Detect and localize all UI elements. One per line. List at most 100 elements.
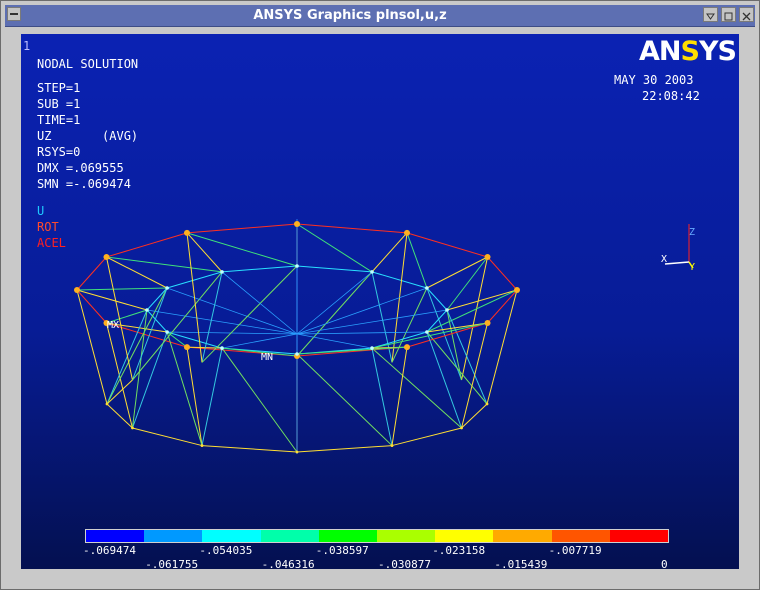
legend-tick-bottom-3: -.015439 [494, 558, 548, 569]
contour-band-7 [493, 530, 552, 542]
inner-node [145, 308, 149, 312]
contour-band-1 [144, 530, 203, 542]
diagonal-edge [76, 287, 168, 291]
strut-edge [186, 232, 203, 363]
bottom-ring-edge [132, 427, 203, 447]
bottom-ring-edge [391, 427, 462, 447]
inner-ring-edge [221, 265, 298, 273]
inner-ring-edge [166, 271, 223, 289]
bottom-node [200, 444, 204, 447]
lower-edge [426, 287, 463, 381]
contour-band-8 [551, 530, 610, 542]
inner-ring-edge [426, 287, 448, 311]
diagonal-edge [406, 232, 428, 289]
hub-edge [221, 333, 298, 349]
support-node [484, 320, 491, 326]
brace-edge [426, 331, 488, 405]
brace-edge [221, 347, 298, 453]
bottom-ring-edge [461, 403, 488, 429]
contour-legend-bar [85, 529, 669, 543]
bottom-node [390, 444, 394, 447]
lower-edge [131, 331, 168, 429]
contour-band-0 [86, 530, 145, 542]
bottom-node [485, 402, 489, 406]
hub-edge [166, 287, 298, 335]
brace-edge [106, 287, 168, 405]
inner-node [220, 270, 224, 274]
legend-tick-top-4: -.007719 [548, 544, 602, 557]
inner-node [165, 330, 169, 334]
strut-edge [461, 322, 489, 429]
inner-ring-edge [296, 265, 373, 273]
lower-edge [426, 331, 463, 429]
legend-tick-top-0: -.069474 [83, 544, 136, 557]
bottom-node [295, 450, 299, 454]
outer-ring-edge [406, 232, 488, 258]
minimize-icon [706, 13, 715, 20]
diagonal-edge [371, 322, 488, 349]
inner-node [220, 346, 224, 350]
inner-node [295, 352, 299, 356]
legend-tick-bottom-4: 0 [661, 558, 668, 569]
close-button[interactable] [739, 7, 754, 22]
support-node [514, 287, 520, 293]
contour-band-3 [260, 530, 319, 542]
diagonal-edge [221, 347, 298, 357]
ansys-graphics-window: ANSYS Graphics plnsol,u,z 1 NODAL SOLUTI… [0, 0, 760, 590]
diagonal-edge [296, 223, 373, 273]
hub-edge [296, 309, 448, 335]
brace-edge [296, 271, 373, 357]
finite-element-mesh [74, 219, 520, 454]
legend-tick-bottom-2: -.030877 [378, 558, 431, 569]
support-node [404, 344, 410, 351]
radial-edge [76, 289, 148, 311]
strut-edge [391, 347, 408, 446]
inner-ring-edge [371, 271, 428, 289]
triad-z-label: Z [689, 227, 696, 238]
radial-edge [371, 232, 408, 273]
bottom-node [460, 426, 463, 430]
support-node [404, 229, 410, 236]
graphics-canvas[interactable]: 1 NODAL SOLUTION STEP=1 SUB =1 TIME=1 UZ… [21, 34, 739, 569]
outer-ring-edge [487, 256, 518, 291]
radial-edge [426, 256, 488, 289]
coordinate-triad [664, 224, 694, 269]
inner-ring-edge [166, 331, 223, 349]
radial-edge [186, 232, 223, 273]
support-node [484, 254, 491, 260]
minimize-button[interactable] [703, 7, 718, 22]
contour-band-4 [318, 530, 378, 542]
strut-edge [186, 347, 203, 446]
bottom-ring-edge [201, 445, 298, 453]
brace-edge [166, 331, 203, 446]
outer-ring-edge [296, 223, 408, 234]
contour-band-5 [377, 530, 436, 542]
inner-node [370, 346, 374, 350]
maximize-button[interactable] [721, 7, 736, 22]
bottom-ring-edge [296, 445, 393, 453]
legend-tick-bottom-1: -.046316 [261, 558, 315, 569]
outer-ring-edge [406, 322, 488, 348]
window-title: ANSYS Graphics plnsol,u,z [253, 8, 447, 23]
support-node [74, 287, 80, 293]
brace-edge [296, 353, 393, 446]
bottom-ring-edge [106, 403, 133, 429]
diagonal-edge [106, 256, 223, 273]
strut-edge [461, 256, 489, 381]
inner-node [295, 264, 299, 268]
brace-edge [391, 287, 428, 363]
inner-node [165, 286, 169, 290]
hub-edge [221, 271, 298, 335]
outer-ring-edge [186, 223, 298, 234]
triad-y-label: Y [689, 262, 696, 273]
support-node [294, 221, 300, 227]
hub-edge [296, 287, 428, 335]
title-bar[interactable]: ANSYS Graphics plnsol,u,z [5, 5, 755, 27]
x-axis [664, 261, 690, 265]
brace-edge [201, 265, 298, 363]
radial-edge [446, 289, 518, 311]
mn-label: MN [261, 352, 274, 363]
contour-band-9 [609, 530, 669, 542]
close-icon [742, 12, 751, 21]
legend-tick-bottom-0: -.061755 [145, 558, 199, 569]
